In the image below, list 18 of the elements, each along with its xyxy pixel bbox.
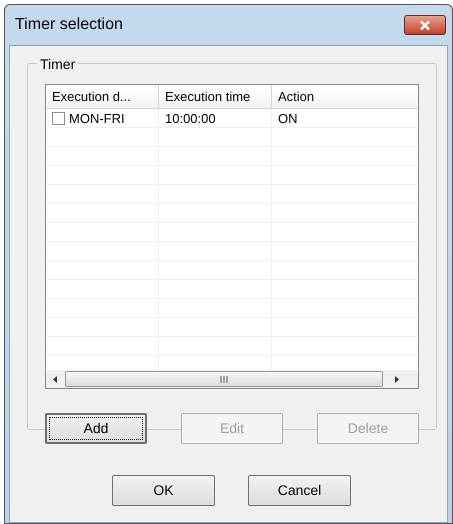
checkbox[interactable] <box>52 112 65 125</box>
scrollbar-thumb[interactable] <box>65 371 383 387</box>
table-cell-text: MON-FRI <box>69 110 125 128</box>
horizontal-scrollbar[interactable] <box>46 370 418 388</box>
ok-button[interactable]: OK <box>112 475 215 506</box>
column-header[interactable]: Execution time <box>159 85 272 108</box>
table-cell-text: ON <box>278 110 298 128</box>
list-view[interactable]: Execution d... Execution time Action MON-FRI 10:00:00 ON <box>45 84 419 389</box>
table-cell-text: 10:00:00 <box>165 110 216 128</box>
right-arrow-icon[interactable] <box>395 376 399 382</box>
column-header[interactable]: Execution d... <box>46 85 159 108</box>
grip-icon <box>220 376 228 382</box>
window-title: Timer selection <box>15 15 123 35</box>
left-arrow-icon[interactable] <box>53 376 57 382</box>
close-icon <box>419 20 431 30</box>
close-button[interactable] <box>404 15 446 35</box>
cancel-button[interactable]: Cancel <box>248 475 351 506</box>
add-button[interactable]: Add <box>45 413 147 444</box>
